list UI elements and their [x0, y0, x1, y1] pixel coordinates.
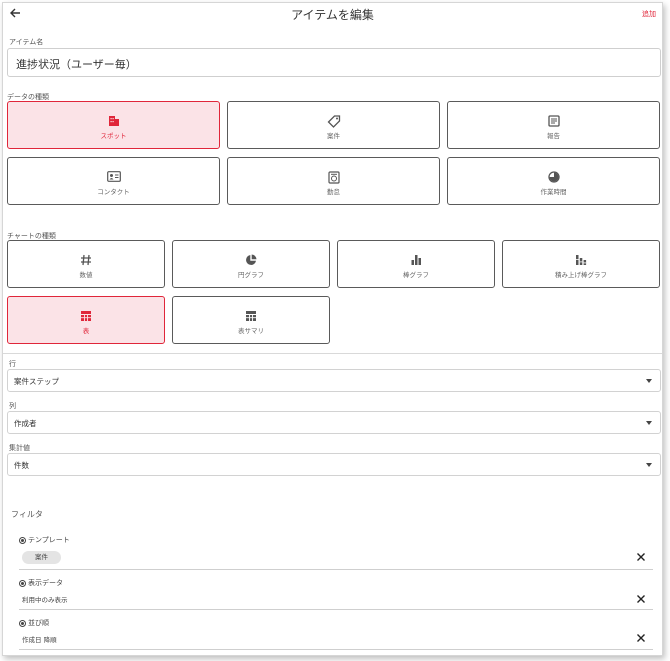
chart-type-table[interactable]: 表 [7, 296, 165, 344]
pie-chart-icon [246, 254, 257, 265]
filter-display-label: 表示データ [28, 579, 63, 587]
add-button[interactable]: 追加 [642, 9, 656, 19]
hash-icon [81, 254, 91, 266]
data-type-label-work-time: 作業時間 [540, 188, 567, 196]
aggregate-label: 集計値 [9, 444, 30, 452]
building-icon [108, 116, 119, 126]
table-icon [81, 311, 91, 321]
rows-value: 案件ステップ [14, 377, 59, 386]
filter-display-title: 表示データ [19, 578, 63, 588]
tag-icon [327, 115, 340, 128]
filter-heading: フィルタ [11, 510, 43, 519]
rows-select[interactable]: 案件ステップ [7, 369, 661, 392]
divider [3, 353, 662, 354]
chart-type-label-table-summary: 表サマリ [238, 327, 264, 335]
filter-display-value: 利用中のみ表示 [22, 596, 68, 604]
radio-icon [19, 579, 26, 587]
filter-sort-value: 作成日 降順 [22, 636, 57, 644]
chart-type-bar[interactable]: 棒グラフ [337, 240, 495, 288]
aggregate-select[interactable]: 件数 [7, 453, 661, 476]
radio-icon [19, 536, 26, 544]
data-type-work-time[interactable]: 作業時間 [447, 157, 660, 205]
item-name-input[interactable]: 進捗状況（ユーザー毎） [7, 48, 661, 77]
data-type-report[interactable]: 報告 [447, 101, 660, 149]
data-type-label-report: 報告 [547, 132, 560, 140]
columns-label: 列 [9, 402, 16, 410]
header: アイテムを編集 追加 [3, 3, 662, 25]
chart-type-label-stacked-bar: 積み上げ棒グラフ [555, 271, 607, 279]
close-icon[interactable] [636, 552, 646, 562]
clock-icon [547, 171, 560, 183]
rows-label: 行 [9, 360, 16, 368]
chevron-down-icon [646, 379, 652, 383]
chevron-down-icon [646, 463, 652, 467]
data-type-spot[interactable]: スポット [7, 101, 220, 149]
data-type-contact[interactable]: コンタクト [7, 157, 220, 205]
aggregate-value: 件数 [14, 461, 29, 470]
item-name-label: アイテム名 [9, 38, 44, 46]
close-icon[interactable] [636, 594, 646, 604]
data-type-deal[interactable]: 案件 [227, 101, 440, 149]
radio-icon [19, 619, 26, 627]
close-icon[interactable] [636, 633, 646, 643]
bar-chart-icon [411, 255, 421, 265]
data-type-label-attendance: 勤怠 [327, 188, 340, 196]
chart-type-label-pie: 円グラフ [238, 271, 264, 279]
divider [19, 649, 653, 650]
data-type-attendance[interactable]: 勤怠 [227, 157, 440, 205]
stacked-bar-icon [576, 255, 587, 265]
chart-type-label-bar: 棒グラフ [403, 271, 429, 279]
chevron-down-icon [646, 421, 652, 425]
columns-value: 作成者 [14, 419, 37, 428]
chart-type-pie[interactable]: 円グラフ [172, 240, 330, 288]
page-title: アイテムを編集 [291, 8, 374, 22]
item-name-value: 進捗状況（ユーザー毎） [16, 58, 137, 71]
data-type-label-spot: スポット [100, 132, 127, 140]
edit-item-dialog: アイテムを編集 追加 アイテム名 進捗状況（ユーザー毎） データの種類 スポット… [2, 2, 663, 656]
filter-template-label: テンプレート [28, 536, 70, 544]
divider [19, 569, 653, 570]
chart-type-table-summary[interactable]: 表サマリ [172, 296, 330, 344]
chart-type-number[interactable]: 数値 [7, 240, 165, 288]
columns-select[interactable]: 作成者 [7, 411, 661, 434]
filter-template-chip[interactable]: 案件 [22, 551, 61, 564]
chart-type-stacked-bar[interactable]: 積み上げ棒グラフ [502, 240, 660, 288]
data-type-label-contact: コンタクト [97, 188, 130, 196]
filter-sort-title: 並び順 [19, 618, 49, 628]
timecard-icon [327, 171, 340, 184]
divider [19, 609, 653, 610]
report-icon [547, 115, 560, 127]
data-type-label-deal: 案件 [327, 132, 340, 140]
table-summary-icon [246, 311, 256, 321]
filter-template-title: テンプレート [19, 535, 70, 545]
chart-type-label-number: 数値 [79, 271, 93, 279]
chart-type-label-table: 表 [82, 327, 90, 335]
contact-card-icon [106, 171, 121, 182]
filter-sort-label: 並び順 [28, 619, 49, 627]
